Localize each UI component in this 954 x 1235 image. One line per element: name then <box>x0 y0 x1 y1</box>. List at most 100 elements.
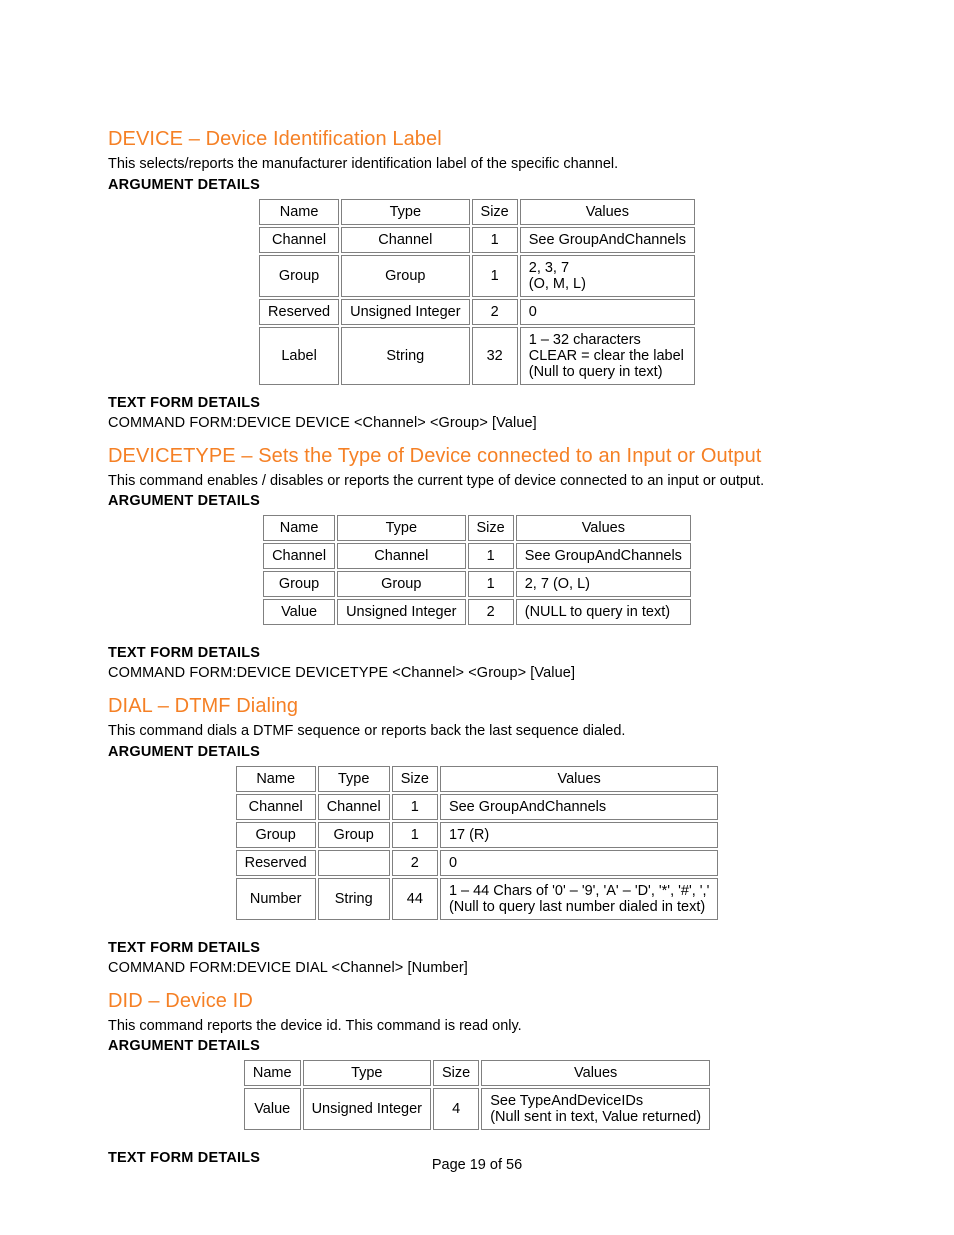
section-desc: This selects/reports the manufacturer id… <box>108 155 846 175</box>
cell-values: 17 (R) <box>440 822 718 848</box>
cell-name: Value <box>263 599 335 625</box>
section-device: DEVICE – Device Identification Label Thi… <box>108 128 846 431</box>
argument-table-did: Name Type Size Values Value Unsigned Int… <box>242 1058 712 1132</box>
cell-values: 2, 3, 7(O, M, L) <box>520 255 695 297</box>
cell-name: Channel <box>236 794 316 820</box>
spacer <box>108 635 846 645</box>
section-desc: This command enables / disables or repor… <box>108 472 846 492</box>
cell-type: Unsigned Integer <box>303 1088 431 1130</box>
cell-type: Unsigned Integer <box>337 599 465 625</box>
argument-table-device: Name Type Size Values Channel Channel 1 … <box>257 197 697 387</box>
cell-size: 1 <box>472 227 518 253</box>
section-title: DEVICETYPE – Sets the Type of Device con… <box>108 445 846 468</box>
argument-table-devicetype: Name Type Size Values Channel Channel 1 … <box>261 513 693 627</box>
col-name: Name <box>259 199 339 225</box>
cell-size: 1 <box>468 571 514 597</box>
cell-size: 1 <box>392 794 438 820</box>
col-type: Type <box>303 1060 431 1086</box>
cell-values: 2, 7 (O, L) <box>516 571 691 597</box>
cell-type: Unsigned Integer <box>341 299 469 325</box>
cell-type: Channel <box>337 543 465 569</box>
col-name: Name <box>244 1060 301 1086</box>
cell-name: Reserved <box>236 850 316 876</box>
table-header-row: Name Type Size Values <box>236 766 719 792</box>
table-row: Value Unsigned Integer 4 See TypeAndDevi… <box>244 1088 710 1130</box>
cell-name: Label <box>259 327 339 385</box>
col-name: Name <box>236 766 316 792</box>
cell-name: Number <box>236 878 316 920</box>
table-row: Label String 32 1 – 32 charactersCLEAR =… <box>259 327 695 385</box>
argument-details-heading: ARGUMENT DETAILS <box>108 744 846 760</box>
section-did: DID – Device ID This command reports the… <box>108 990 846 1167</box>
cell-size: 1 <box>468 543 514 569</box>
section-title: DIAL – DTMF Dialing <box>108 695 846 718</box>
cell-values: 0 <box>520 299 695 325</box>
cell-name: Reserved <box>259 299 339 325</box>
cell-size: 44 <box>392 878 438 920</box>
cell-values: 1 – 44 Chars of '0' – '9', 'A' – 'D', '*… <box>440 878 718 920</box>
cell-type: String <box>318 878 390 920</box>
cell-size: 2 <box>392 850 438 876</box>
table-row: Channel Channel 1 See GroupAndChannels <box>263 543 691 569</box>
cell-size: 1 <box>472 255 518 297</box>
col-size: Size <box>468 515 514 541</box>
argument-details-heading: ARGUMENT DETAILS <box>108 1038 846 1054</box>
table-row: Group Group 1 17 (R) <box>236 822 719 848</box>
page-number: Page 19 of 56 <box>108 1157 846 1173</box>
cell-type: Channel <box>318 794 390 820</box>
cell-type: Group <box>341 255 469 297</box>
table-header-row: Name Type Size Values <box>259 199 695 225</box>
table-row: Reserved 2 0 <box>236 850 719 876</box>
cell-type: Group <box>318 822 390 848</box>
argument-details-heading: ARGUMENT DETAILS <box>108 493 846 509</box>
cell-name: Channel <box>263 543 335 569</box>
col-name: Name <box>263 515 335 541</box>
cell-values: See GroupAndChannels <box>516 543 691 569</box>
table-row: Channel Channel 1 See GroupAndChannels <box>259 227 695 253</box>
cell-values: 0 <box>440 850 718 876</box>
section-title: DID – Device ID <box>108 990 846 1013</box>
argument-table-dial: Name Type Size Values Channel Channel 1 … <box>234 764 721 922</box>
argument-details-heading: ARGUMENT DETAILS <box>108 177 846 193</box>
cell-values: See GroupAndChannels <box>520 227 695 253</box>
cell-type: Group <box>337 571 465 597</box>
cell-size: 2 <box>472 299 518 325</box>
text-form-line: COMMAND FORM:DEVICE DIAL <Channel> [Numb… <box>108 960 846 976</box>
spacer <box>108 930 846 940</box>
table-header-row: Name Type Size Values <box>244 1060 710 1086</box>
col-values: Values <box>516 515 691 541</box>
table-row: Group Group 1 2, 3, 7(O, M, L) <box>259 255 695 297</box>
col-values: Values <box>520 199 695 225</box>
table-row: Group Group 1 2, 7 (O, L) <box>263 571 691 597</box>
cell-size: 4 <box>433 1088 479 1130</box>
cell-name: Channel <box>259 227 339 253</box>
table-row: Number String 44 1 – 44 Chars of '0' – '… <box>236 878 719 920</box>
table-row: Reserved Unsigned Integer 2 0 <box>259 299 695 325</box>
table-row: Channel Channel 1 See GroupAndChannels <box>236 794 719 820</box>
col-size: Size <box>392 766 438 792</box>
table-row: Value Unsigned Integer 2 (NULL to query … <box>263 599 691 625</box>
col-size: Size <box>433 1060 479 1086</box>
cell-name: Value <box>244 1088 301 1130</box>
cell-type <box>318 850 390 876</box>
section-dial: DIAL – DTMF Dialing This command dials a… <box>108 695 846 976</box>
page-container: DEVICE – Device Identification Label Thi… <box>0 0 954 1235</box>
text-form-heading: TEXT FORM DETAILS <box>108 395 846 411</box>
spacer <box>108 1140 846 1150</box>
cell-type: Channel <box>341 227 469 253</box>
col-values: Values <box>481 1060 710 1086</box>
cell-values: (NULL to query in text) <box>516 599 691 625</box>
cell-values: See GroupAndChannels <box>440 794 718 820</box>
col-type: Type <box>341 199 469 225</box>
text-form-heading: TEXT FORM DETAILS <box>108 645 846 661</box>
cell-name: Group <box>236 822 316 848</box>
cell-name: Group <box>263 571 335 597</box>
section-title: DEVICE – Device Identification Label <box>108 128 846 151</box>
section-devicetype: DEVICETYPE – Sets the Type of Device con… <box>108 445 846 682</box>
cell-size: 32 <box>472 327 518 385</box>
table-header-row: Name Type Size Values <box>263 515 691 541</box>
cell-size: 2 <box>468 599 514 625</box>
text-form-line: COMMAND FORM:DEVICE DEVICETYPE <Channel>… <box>108 665 846 681</box>
cell-size: 1 <box>392 822 438 848</box>
section-desc: This command reports the device id. This… <box>108 1017 846 1037</box>
